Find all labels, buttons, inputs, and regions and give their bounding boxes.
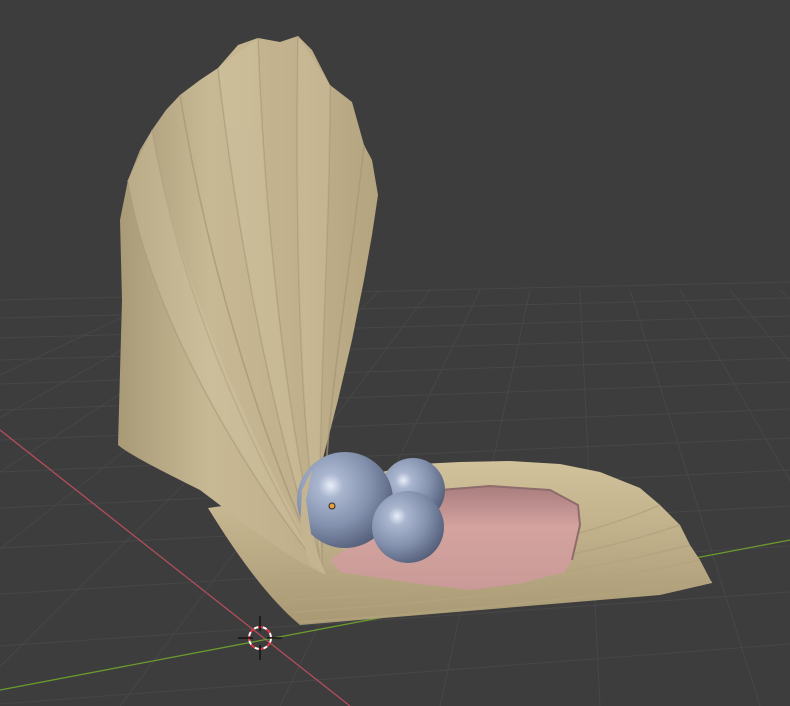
- 3d-viewport[interactable]: [0, 0, 790, 706]
- pearl-small-front[interactable]: [372, 491, 444, 563]
- viewport-canvas[interactable]: [0, 0, 790, 706]
- object-origin-point[interactable]: [328, 502, 336, 510]
